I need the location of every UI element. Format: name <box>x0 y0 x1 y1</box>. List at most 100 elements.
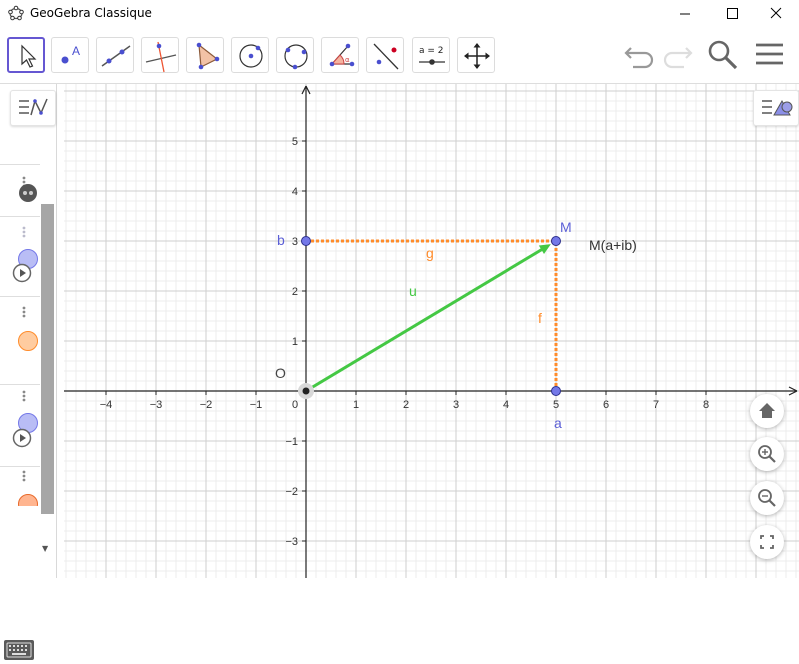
y-tick-label: 5 <box>292 136 298 148</box>
algebra-item-3-visibility-icon[interactable] <box>18 331 38 351</box>
algebra-item-5-visibility-icon[interactable] <box>18 494 38 507</box>
y-tick-label: −2 <box>285 486 298 498</box>
graph-canvas[interactable]: −4 −3 −2 −1 0 1 2 3 4 5 6 7 8 5 4 3 2 1 −1 −2 −3 O M M(a+ib) b… <box>56 84 799 578</box>
fullscreen-button[interactable] <box>750 525 784 559</box>
slider-icon: a = 2 <box>419 46 445 65</box>
y-tick-label: −1 <box>285 436 298 448</box>
circle-three-points-icon <box>284 44 308 70</box>
x-tick-label: 3 <box>453 399 459 411</box>
algebra-items <box>12 176 38 507</box>
x-tick-label: −2 <box>200 399 213 411</box>
polygon-tool-button[interactable] <box>186 37 224 73</box>
x-tick-label: −4 <box>100 399 113 411</box>
algebra-item-2[interactable] <box>12 226 38 283</box>
point-M[interactable] <box>551 236 561 246</box>
slider-tool-button[interactable]: a = 2 <box>412 37 450 73</box>
algebra-item-1[interactable] <box>19 176 37 202</box>
point-tool-button[interactable]: A <box>51 37 89 73</box>
point-a[interactable] <box>551 386 561 396</box>
x-tick-label: 2 <box>403 399 409 411</box>
minor-grid <box>64 84 799 578</box>
style-bar-toggle-button[interactable] <box>753 90 799 126</box>
line-tool-button[interactable] <box>96 37 134 73</box>
point-b[interactable] <box>301 236 311 246</box>
x-tick-label: 1 <box>353 399 359 411</box>
zoom-in-button[interactable] <box>750 437 784 471</box>
cursor-arrow-icon <box>21 44 37 68</box>
y-tick-label: 1 <box>292 336 298 348</box>
reflect-tool-button[interactable] <box>366 37 404 73</box>
reflect-line-icon <box>373 43 399 70</box>
scroll-down-arrow-icon[interactable]: ▼ <box>42 544 48 553</box>
fullscreen-icon <box>760 535 774 549</box>
slider-label: a = 2 <box>419 46 444 56</box>
x-tick-label: −3 <box>150 399 163 411</box>
svg-text:A: A <box>72 44 80 58</box>
menu-icon[interactable] <box>753 38 787 72</box>
vector-u[interactable] <box>305 244 549 393</box>
algebra-view-icon <box>19 98 48 116</box>
algebra-view-toggle-button[interactable] <box>10 90 56 126</box>
perpendicular-line-icon <box>145 41 177 73</box>
x-tick-label: 4 <box>503 399 509 411</box>
label-b: b <box>277 232 285 248</box>
point-icon: A <box>61 44 80 64</box>
y-tick-label: −3 <box>285 536 298 548</box>
algebra-item-4[interactable] <box>12 390 38 448</box>
label-g: g <box>426 245 434 261</box>
circle-three-points-tool-button[interactable] <box>276 37 314 73</box>
angle-icon: α <box>329 43 355 67</box>
algebra-scrollbar[interactable] <box>41 204 54 514</box>
title-bar: GeoGebra Classique <box>0 0 799 28</box>
algebra-item-1-visibility-icon[interactable] <box>19 184 37 202</box>
circle-center-icon <box>239 44 263 68</box>
style-bar-icon <box>762 99 793 116</box>
label-O: O <box>275 365 286 381</box>
minimize-button[interactable] <box>661 0 707 28</box>
move-graphics-tool-button[interactable] <box>457 37 495 73</box>
y-tick-labels: 5 4 3 2 1 −1 −2 −3 <box>285 136 306 548</box>
label-f: f <box>538 310 542 326</box>
keyboard-icon <box>6 642 32 658</box>
axes <box>64 85 798 578</box>
y-tick-label: 4 <box>292 186 298 198</box>
polygon-icon <box>196 42 220 70</box>
toolbar: A α a = 2 <box>0 28 799 84</box>
y-tick-label: 3 <box>292 236 298 248</box>
y-tick-label: 2 <box>292 286 298 298</box>
close-button[interactable] <box>753 0 799 28</box>
x-tick-label: 5 <box>553 399 559 411</box>
window-title: GeoGebra Classique <box>30 6 152 20</box>
geogebra-logo-icon <box>8 5 24 21</box>
x-tick-label: 8 <box>703 399 709 411</box>
zoom-out-button[interactable] <box>750 481 784 515</box>
x-tick-label: −1 <box>250 399 263 411</box>
algebra-item-5[interactable] <box>18 470 38 507</box>
circle-tool-button[interactable] <box>231 37 269 73</box>
label-a: a <box>554 415 562 431</box>
zoom-in-icon <box>758 445 776 463</box>
x-tick-label: 7 <box>653 399 659 411</box>
home-button[interactable] <box>750 394 784 428</box>
label-u: u <box>409 283 417 299</box>
x-tick-label: 0 <box>292 399 298 411</box>
home-icon <box>759 403 775 418</box>
algebra-item-3[interactable] <box>18 306 38 351</box>
line-icon <box>101 45 131 67</box>
move-tool-button[interactable] <box>7 37 45 73</box>
algebra-panel: ▼ <box>0 84 57 660</box>
point-O[interactable] <box>302 387 310 395</box>
label-M: M <box>560 219 572 235</box>
label-M-text: M(a+ib) <box>589 237 637 253</box>
perpendicular-tool-button[interactable] <box>141 37 179 73</box>
redo-icon[interactable] <box>660 38 694 72</box>
graphics-view[interactable]: −4 −3 −2 −1 0 1 2 3 4 5 6 7 8 5 4 3 2 1 −1 −2 −3 O M M(a+ib) b… <box>56 84 799 578</box>
svg-text:α: α <box>345 56 350 64</box>
undo-icon[interactable] <box>623 38 657 72</box>
search-icon[interactable] <box>706 38 740 72</box>
x-tick-label: 6 <box>603 399 609 411</box>
move-arrows-icon <box>464 43 490 69</box>
maximize-button[interactable] <box>707 0 753 28</box>
angle-tool-button[interactable]: α <box>321 37 359 73</box>
keyboard-button[interactable] <box>4 640 34 660</box>
